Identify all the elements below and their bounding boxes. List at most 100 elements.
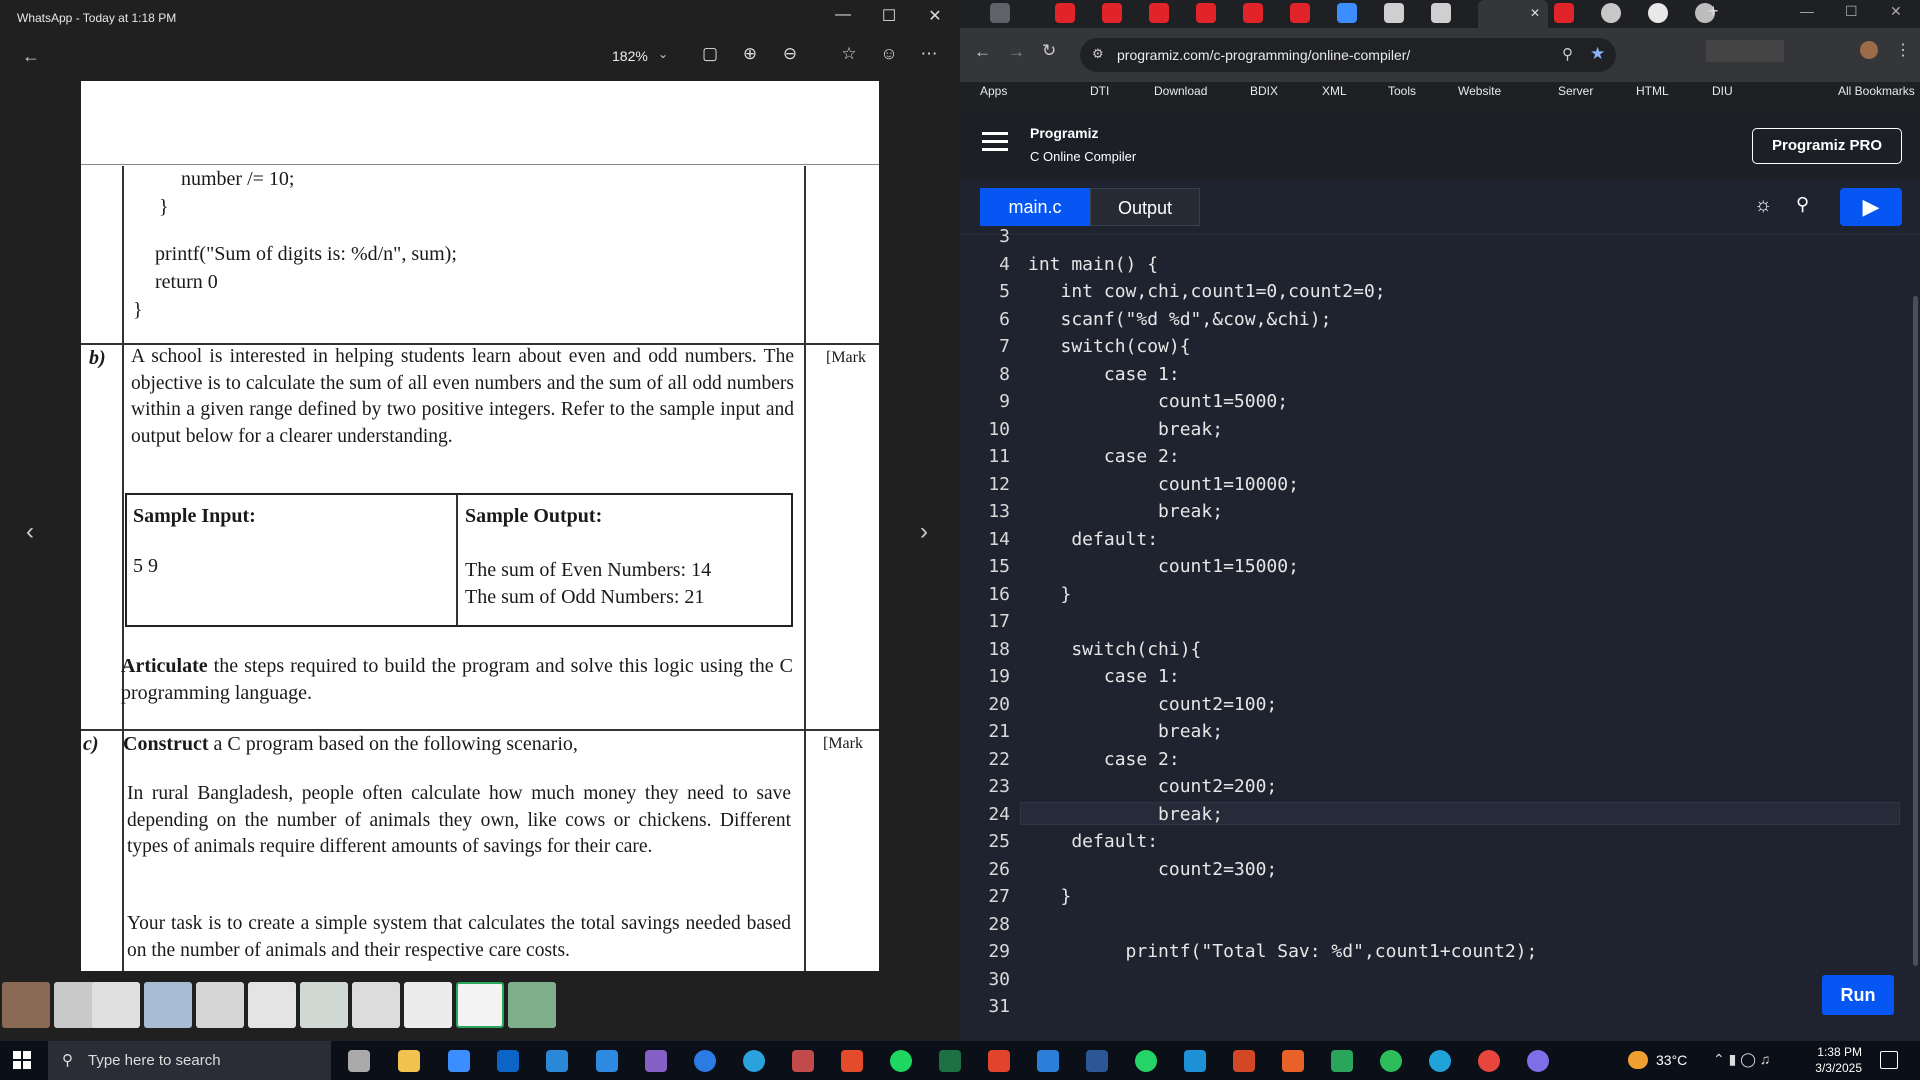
new-tab-icon[interactable]: + — [1708, 1, 1719, 22]
programiz-logo[interactable]: Programiz — [1030, 125, 1098, 141]
fit-screen-icon[interactable]: ▢ — [697, 44, 723, 64]
bookmark-folder[interactable]: XML — [1322, 84, 1347, 98]
app-icon[interactable] — [1380, 1050, 1402, 1072]
vscode-icon[interactable] — [1037, 1050, 1059, 1072]
theme-toggle-icon[interactable]: ☼ — [1754, 194, 1772, 217]
close-icon[interactable]: ✕ — [1890, 3, 1902, 20]
teamviewer-icon[interactable] — [596, 1050, 618, 1072]
bookmark-folder[interactable]: DIU — [1712, 84, 1733, 98]
back-icon[interactable]: ← — [974, 42, 991, 62]
app-icon[interactable] — [694, 1050, 716, 1072]
chrome-menu-icon[interactable]: ⋮ — [1895, 40, 1911, 60]
editor-scrollbar[interactable] — [1913, 296, 1918, 966]
bookmark-folder[interactable]: BDIX — [1250, 84, 1278, 98]
youtube-tab[interactable] — [1554, 3, 1574, 23]
code-line[interactable]: int cow,chi,count1=0,count2=0; — [1028, 281, 1386, 302]
code-line[interactable]: break; — [1028, 501, 1223, 522]
minimize-button[interactable]: — — [828, 6, 858, 24]
code-line[interactable]: default: — [1028, 831, 1158, 852]
tab-output[interactable]: Output — [1090, 188, 1200, 226]
address-bar[interactable]: ⚙ programiz.com/c-programming/online-com… — [1080, 38, 1616, 72]
code-line[interactable]: switch(chi){ — [1028, 639, 1201, 660]
app-icon[interactable] — [988, 1050, 1010, 1072]
file-explorer-icon[interactable] — [398, 1050, 420, 1072]
bookmark-folder[interactable]: Tools — [1388, 84, 1416, 98]
app-icon[interactable] — [546, 1050, 568, 1072]
excel-icon[interactable] — [939, 1050, 961, 1072]
thumbnail[interactable] — [352, 982, 400, 1028]
bookmark-star-icon[interactable]: ★ — [1590, 44, 1605, 64]
thumbnail-selected[interactable] — [456, 982, 504, 1028]
outlook-icon[interactable] — [497, 1050, 519, 1072]
taskbar-search[interactable]: ⚲ Type here to search — [48, 1041, 331, 1080]
bookmark-folder[interactable]: HTML — [1636, 84, 1669, 98]
tab-main-c[interactable]: main.c — [980, 188, 1090, 226]
app-icon[interactable] — [1331, 1050, 1353, 1072]
emoji-icon[interactable]: ☺ — [876, 44, 902, 64]
notification-icon[interactable] — [1880, 1051, 1898, 1069]
store-icon[interactable] — [448, 1050, 470, 1072]
url-text[interactable]: programiz.com/c-programming/online-compi… — [1117, 47, 1410, 63]
app-icon[interactable] — [1184, 1050, 1206, 1072]
spotify-icon[interactable] — [890, 1050, 912, 1072]
edge-icon[interactable] — [1429, 1050, 1451, 1072]
previous-image-icon[interactable]: ‹ — [26, 518, 34, 546]
whatsapp-icon[interactable] — [1135, 1050, 1157, 1072]
bookmark-apps[interactable]: Apps — [980, 84, 1007, 98]
code-line[interactable]: case 2: — [1028, 749, 1180, 770]
bookmark-folder[interactable]: Website — [1458, 84, 1501, 98]
clock[interactable]: 1:38 PM 3/3/2025 — [1806, 1044, 1862, 1076]
tab-favicon[interactable] — [1601, 3, 1621, 23]
thumbnail[interactable] — [248, 982, 296, 1028]
code-line[interactable]: case 2: — [1028, 446, 1180, 467]
weather-icon[interactable] — [1628, 1051, 1648, 1069]
code-line[interactable]: break; — [1028, 419, 1223, 440]
telegram-icon[interactable] — [743, 1050, 765, 1072]
all-bookmarks[interactable]: All Bookmarks — [1838, 84, 1915, 98]
youtube-tab[interactable] — [1102, 3, 1122, 23]
thumbnail[interactable] — [300, 982, 348, 1028]
maximize-button[interactable]: ☐ — [874, 6, 904, 26]
chevron-down-icon[interactable]: ⌄ — [658, 47, 668, 61]
star-icon[interactable]: ☆ — [836, 44, 862, 64]
github-tab[interactable] — [1648, 3, 1668, 23]
tab-favicon[interactable] — [990, 3, 1010, 23]
thumbnail[interactable] — [196, 982, 244, 1028]
code-line[interactable]: case 1: — [1028, 666, 1180, 687]
thumbnail[interactable] — [508, 982, 556, 1028]
thumbnail[interactable] — [404, 982, 452, 1028]
start-windows-icon[interactable] — [13, 1051, 31, 1069]
code-line[interactable]: } — [1028, 886, 1072, 907]
forward-icon[interactable]: → — [1008, 42, 1025, 62]
code-line[interactable]: printf("Total Sav: %d",count1+count2); — [1028, 941, 1538, 962]
thumbnail[interactable] — [92, 982, 140, 1028]
system-tray-icons[interactable]: ⌃ ▮ ◯ ♫ — [1713, 1051, 1770, 1068]
temperature[interactable]: 33°C — [1656, 1052, 1687, 1068]
visual-studio-icon[interactable] — [645, 1050, 667, 1072]
bookmark-folder[interactable]: Server — [1558, 84, 1593, 98]
zoom-in-icon[interactable]: ⊕ — [737, 44, 763, 64]
extension-icons[interactable] — [1706, 40, 1784, 62]
app-icon[interactable] — [1527, 1050, 1549, 1072]
bookmark-folder[interactable]: Download — [1154, 84, 1207, 98]
code-line[interactable]: scanf("%d %d",&cow,&chi); — [1028, 309, 1332, 330]
zoom-level[interactable]: 182% — [612, 48, 648, 64]
active-tab-close-icon[interactable]: ✕ — [1478, 0, 1548, 28]
minimize-icon[interactable]: — — [1800, 3, 1814, 19]
code-line[interactable]: count2=100; — [1028, 694, 1277, 715]
maximize-icon[interactable]: ☐ — [1845, 3, 1858, 20]
programiz-pro-button[interactable]: Programiz PRO — [1752, 128, 1902, 164]
code-line[interactable]: count2=200; — [1028, 776, 1277, 797]
close-button[interactable]: ✕ — [920, 6, 950, 26]
code-line[interactable]: count1=10000; — [1028, 474, 1299, 495]
zoom-out-icon[interactable]: ⊖ — [777, 44, 803, 64]
youtube-tab[interactable] — [1149, 3, 1169, 23]
next-image-icon[interactable]: › — [920, 518, 928, 546]
app-icon[interactable] — [841, 1050, 863, 1072]
code-editor[interactable]: 3 4 int main() {5 int cow,chi,count1=0,cou… — [960, 226, 1920, 1041]
word-tab[interactable] — [1384, 3, 1404, 23]
code-line[interactable]: default: — [1028, 529, 1158, 550]
thumbnail[interactable] — [2, 982, 50, 1028]
code-line[interactable]: } — [1028, 584, 1072, 605]
code-line[interactable]: count2=300; — [1028, 859, 1277, 880]
